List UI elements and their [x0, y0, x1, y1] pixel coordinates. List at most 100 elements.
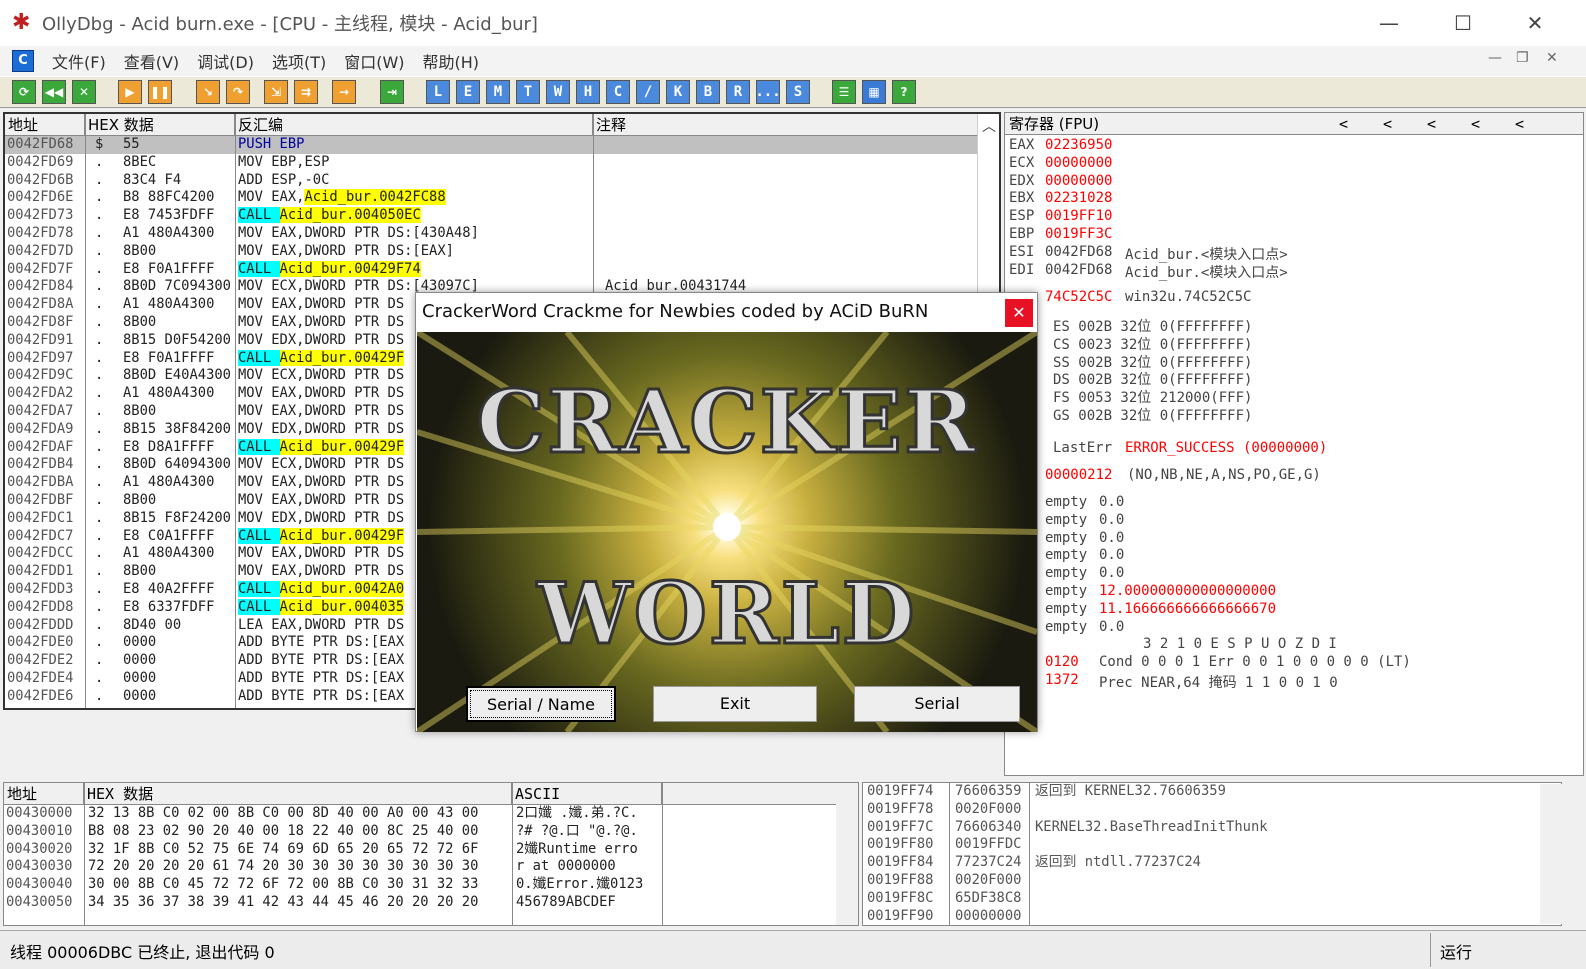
breakpoints-button[interactable]: B	[696, 80, 720, 104]
disasm-instruction: MOV EAX,DWORD PTR DS	[238, 313, 405, 330]
dump-row[interactable]: 00430040 30 00 8B C0 45 72 72 6F 72 00 8B…	[4, 876, 834, 894]
reg-arrow-4[interactable]: <	[1471, 113, 1480, 135]
references-button[interactable]: R	[726, 80, 750, 104]
disasm-marker: .	[95, 224, 104, 241]
run-icon[interactable]: ▶	[118, 80, 142, 104]
col-hex-header[interactable]: HEX 数据	[85, 114, 235, 136]
open-icon[interactable]: ⟳	[12, 80, 36, 104]
windows-button[interactable]: W	[546, 80, 570, 104]
modules-button[interactable]: E	[456, 80, 480, 104]
disasm-address: 0042FDA2	[7, 385, 74, 402]
help-icon[interactable]: ?	[892, 80, 916, 104]
col-address-header[interactable]: 地址	[5, 114, 85, 136]
memory-button[interactable]: M	[486, 80, 510, 104]
mdi-restore-icon[interactable]: ❐	[1516, 50, 1529, 66]
disasm-hex: B8 88FC4200	[123, 189, 215, 206]
close-button[interactable]: ✕	[1500, 0, 1570, 46]
dialog-close-button[interactable]: ✕	[1005, 299, 1033, 327]
execute-till-return-icon[interactable]: →	[332, 80, 356, 104]
run-state: 运行	[1440, 943, 1473, 962]
disasm-hex: A1 480A4300	[123, 545, 215, 562]
menu-options[interactable]: 选项(T)	[272, 49, 326, 73]
disasm-instruction: MOV EDX,DWORD PTR DS	[238, 331, 405, 348]
dump-row[interactable]: 00430050 34 35 36 37 38 39 41 42 43 44 45…	[4, 894, 834, 912]
dump-row[interactable]: 00430000 32 13 8B C0 02 00 8B C0 00 8D 40…	[4, 805, 834, 823]
menu-view[interactable]: 查看(V)	[124, 49, 179, 73]
call-stack-button[interactable]: K	[666, 80, 690, 104]
serial-name-button[interactable]: Serial / Name	[466, 686, 616, 722]
grid-icon[interactable]: ▦	[862, 80, 886, 104]
handles-button[interactable]: H	[576, 80, 600, 104]
disasm-marker: .	[95, 687, 104, 704]
cpu-button[interactable]: C	[606, 80, 630, 104]
disasm-marker: .	[95, 242, 104, 259]
exit-button[interactable]: Exit	[653, 686, 817, 722]
menu-help[interactable]: 帮助(H)	[423, 49, 480, 73]
banner-text-world: WORLD	[536, 563, 917, 665]
dump-ascii: 2口孅 .孅.弟.?C.	[516, 805, 638, 821]
dump-scrollbar[interactable]	[836, 783, 858, 925]
dump-col-hex[interactable]: HEX 数据	[84, 783, 512, 805]
menu-window[interactable]: 窗口(W)	[344, 49, 404, 73]
crackme-dialog[interactable]: CrackerWord Crackme for Newbies coded by…	[415, 292, 1038, 732]
step-into-icon[interactable]: ↘	[196, 80, 220, 104]
go-to-icon[interactable]: ⇥	[380, 80, 404, 104]
threads-button[interactable]: T	[516, 80, 540, 104]
disasm-address: 0042FD7D	[7, 242, 74, 259]
segment-register: GS 002B 32位 0(FFFFFFFF)	[1053, 408, 1253, 424]
register-value: 0042FD68	[1045, 243, 1113, 260]
restart-icon[interactable]: ◀◀	[42, 80, 66, 104]
disasm-instruction: MOV EAX,DWORD PTR DS	[238, 402, 405, 419]
reg-arrow-3[interactable]: <	[1427, 113, 1436, 135]
disasm-address: 0042FDE2	[7, 652, 74, 669]
minimize-button[interactable]: —	[1354, 0, 1424, 46]
col-disasm-header[interactable]: 反汇编	[235, 114, 593, 136]
menu-file[interactable]: 文件(F)	[52, 49, 106, 73]
reg-arrow-1[interactable]: <	[1339, 113, 1348, 135]
col-comment-header[interactable]: 注释	[593, 114, 979, 136]
mdi-close-icon[interactable]: ✕	[1546, 50, 1558, 66]
close-debug-icon[interactable]: ✕	[72, 80, 96, 104]
dialog-title: CrackerWord Crackme for Newbies coded by…	[416, 293, 1037, 331]
dump-rows: 00430000 32 13 8B C0 02 00 8B C0 00 8D 40…	[4, 805, 834, 912]
maximize-button[interactable]: ☐	[1428, 0, 1498, 46]
scroll-up-icon[interactable]: ︿	[982, 116, 996, 136]
cpu-window-icon[interactable]: C	[12, 50, 34, 72]
fpu-tag: empty	[1045, 511, 1088, 528]
reg-arrow-2[interactable]: <	[1383, 113, 1392, 135]
disasm-hex: 8B00	[123, 563, 157, 580]
registers-pane[interactable]: 寄存器 (FPU) < < < < < EAX 02236950 ECX 000000…	[1004, 112, 1584, 776]
disasm-marker: .	[95, 580, 104, 597]
trace-over-icon[interactable]: ⇉	[294, 80, 318, 104]
disasm-marker: .	[95, 634, 104, 651]
fpu-tag: empty	[1045, 565, 1088, 582]
dump-row[interactable]: 00430010 B8 08 23 02 90 20 40 00 18 22 40…	[4, 823, 834, 841]
disasm-hex: A1 480A4300	[123, 474, 215, 491]
hex-dump-pane[interactable]: 地址 HEX 数据 ASCII 00430000 32 13 8B C0 02 0…	[3, 782, 859, 926]
dump-hex: 34 35 36 37 38 39 41 42 43 44 45 46 20 2…	[88, 893, 479, 910]
menu-debug[interactable]: 调试(D)	[197, 49, 254, 73]
list-icon[interactable]: ☰	[832, 80, 856, 104]
disasm-address: 0042FDD8	[7, 598, 74, 615]
pause-icon[interactable]: ❚❚	[148, 80, 172, 104]
disasm-hex: 8B0D E40A4300	[123, 367, 231, 384]
dump-row[interactable]: 00430020 32 1F 8B C0 52 75 6E 74 69 6D 65…	[4, 841, 834, 859]
disasm-marker: .	[95, 260, 104, 277]
dump-row[interactable]: 00430030 72 20 20 20 20 61 74 20 30 30 30…	[4, 858, 834, 876]
stack-pane[interactable]: 0019FF74 76606359 返回到 KERNEL32.76606359 001…	[862, 782, 1562, 926]
log-button[interactable]: L	[426, 80, 450, 104]
disasm-instruction: MOV EAX,DWORD PTR DS:[430A48]	[238, 224, 479, 241]
stack-scrollbar[interactable]	[1540, 784, 1562, 924]
dump-col-ascii[interactable]: ASCII	[512, 783, 662, 805]
disasm-address: 0042FD8A	[7, 296, 74, 313]
run-trace-button[interactable]: ...	[755, 80, 781, 104]
step-over-icon[interactable]: ↷	[226, 80, 250, 104]
trace-into-icon[interactable]: ⇲	[264, 80, 288, 104]
mdi-minimize-icon[interactable]: —	[1488, 50, 1502, 66]
source-button[interactable]: S	[786, 80, 810, 104]
reg-arrow-5[interactable]: <	[1515, 113, 1524, 135]
patches-button[interactable]: /	[636, 80, 660, 104]
dump-hex: 32 13 8B C0 02 00 8B C0 00 8D 40 00 A0 0…	[88, 805, 479, 821]
serial-button[interactable]: Serial	[854, 686, 1020, 722]
dump-col-address[interactable]: 地址	[4, 783, 84, 805]
